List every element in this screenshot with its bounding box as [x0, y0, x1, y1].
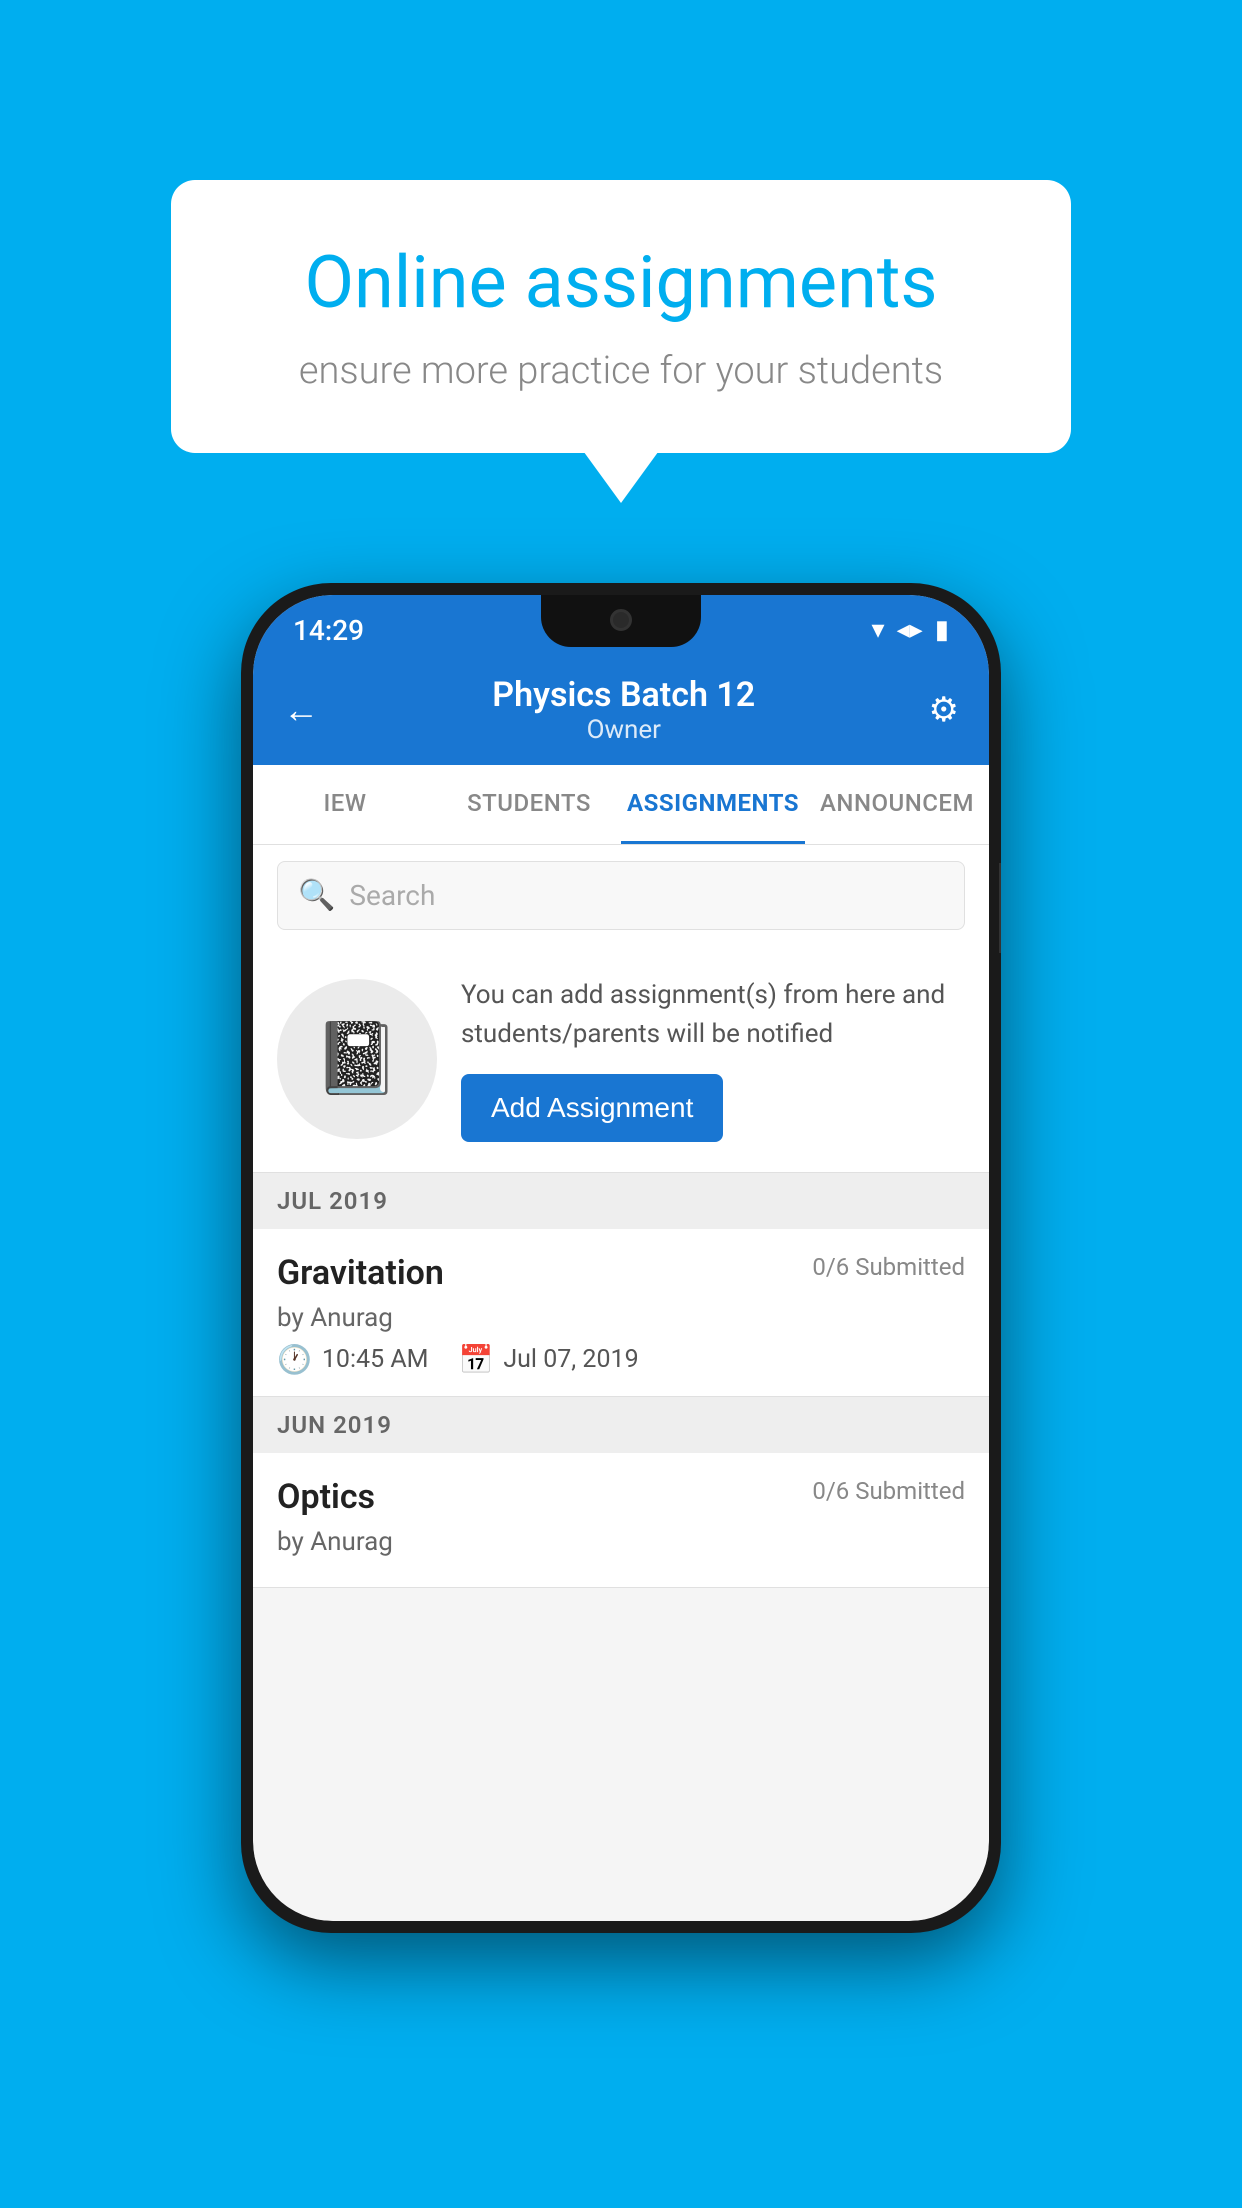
header-subtitle: Owner — [492, 715, 755, 745]
tab-students[interactable]: STUDENTS — [437, 765, 621, 844]
month-header-jul: JUL 2019 — [253, 1173, 989, 1229]
side-button — [999, 863, 1001, 953]
assignment-time-gravitation: 10:45 AM — [322, 1345, 429, 1374]
assignment-meta-gravitation: 🕐 10:45 AM 📅 Jul 07, 2019 — [277, 1343, 965, 1376]
add-assignment-button[interactable]: Add Assignment — [461, 1074, 723, 1142]
tab-announcements[interactable]: ANNOUNCEM — [805, 765, 989, 844]
status-time: 14:29 — [293, 614, 364, 647]
search-section: 🔍 Search — [253, 845, 989, 946]
signal-icon: ◂▸ — [897, 615, 923, 645]
settings-button[interactable]: ⚙ — [929, 690, 959, 730]
assignment-date-gravitation: Jul 07, 2019 — [503, 1345, 638, 1374]
tab-iew[interactable]: IEW — [253, 765, 437, 844]
meta-date-gravitation: 📅 Jul 07, 2019 — [458, 1343, 638, 1376]
tabs-bar: IEW STUDENTS ASSIGNMENTS ANNOUNCEM — [253, 765, 989, 845]
search-icon: 🔍 — [298, 878, 335, 913]
phone-frame: 14:29 ▾ ◂▸ ▮ ← Physics Batch 12 Owner ⚙ — [241, 583, 1001, 1933]
add-assignment-section: 📓 You can add assignment(s) from here an… — [253, 946, 989, 1173]
battery-icon: ▮ — [935, 615, 949, 645]
content-area: 🔍 Search 📓 You can add assignment(s) fro… — [253, 845, 989, 1588]
assignment-by-gravitation: by Anurag — [277, 1303, 965, 1333]
assignment-title-optics: Optics — [277, 1477, 375, 1517]
assignment-book-icon: 📓 — [313, 1018, 400, 1100]
assignment-by-optics: by Anurag — [277, 1527, 965, 1557]
promo-card: Online assignments ensure more practice … — [171, 180, 1071, 453]
back-button[interactable]: ← — [283, 689, 319, 731]
status-icons: ▾ ◂▸ ▮ — [872, 615, 949, 645]
meta-time-gravitation: 🕐 10:45 AM — [277, 1343, 428, 1376]
front-camera — [610, 609, 632, 631]
assignment-title-gravitation: Gravitation — [277, 1253, 444, 1293]
search-input[interactable]: Search — [349, 879, 435, 912]
assignment-submitted-optics: 0/6 Submitted — [812, 1477, 965, 1505]
month-header-jun: JUN 2019 — [253, 1397, 989, 1453]
assignment-icon-circle: 📓 — [277, 979, 437, 1139]
search-input-wrapper[interactable]: 🔍 Search — [277, 861, 965, 930]
assignment-item-optics[interactable]: Optics 0/6 Submitted by Anurag — [253, 1453, 989, 1588]
wifi-icon: ▾ — [872, 615, 885, 645]
calendar-icon: 📅 — [458, 1343, 493, 1376]
app-header: ← Physics Batch 12 Owner ⚙ — [253, 655, 989, 765]
header-title: Physics Batch 12 — [492, 675, 755, 715]
header-center: Physics Batch 12 Owner — [492, 675, 755, 745]
assignment-description: You can add assignment(s) from here and … — [461, 976, 965, 1054]
assignment-info: You can add assignment(s) from here and … — [461, 976, 965, 1142]
phone-notch — [541, 595, 701, 647]
promo-subtitle: ensure more practice for your students — [251, 349, 991, 393]
assignment-item-gravitation[interactable]: Gravitation 0/6 Submitted by Anurag 🕐 10… — [253, 1229, 989, 1397]
phone-screen: 14:29 ▾ ◂▸ ▮ ← Physics Batch 12 Owner ⚙ — [253, 595, 989, 1921]
promo-title: Online assignments — [251, 240, 991, 325]
tab-assignments[interactable]: ASSIGNMENTS — [621, 765, 805, 844]
assignment-submitted-gravitation: 0/6 Submitted — [812, 1253, 965, 1281]
clock-icon: 🕐 — [277, 1343, 312, 1376]
